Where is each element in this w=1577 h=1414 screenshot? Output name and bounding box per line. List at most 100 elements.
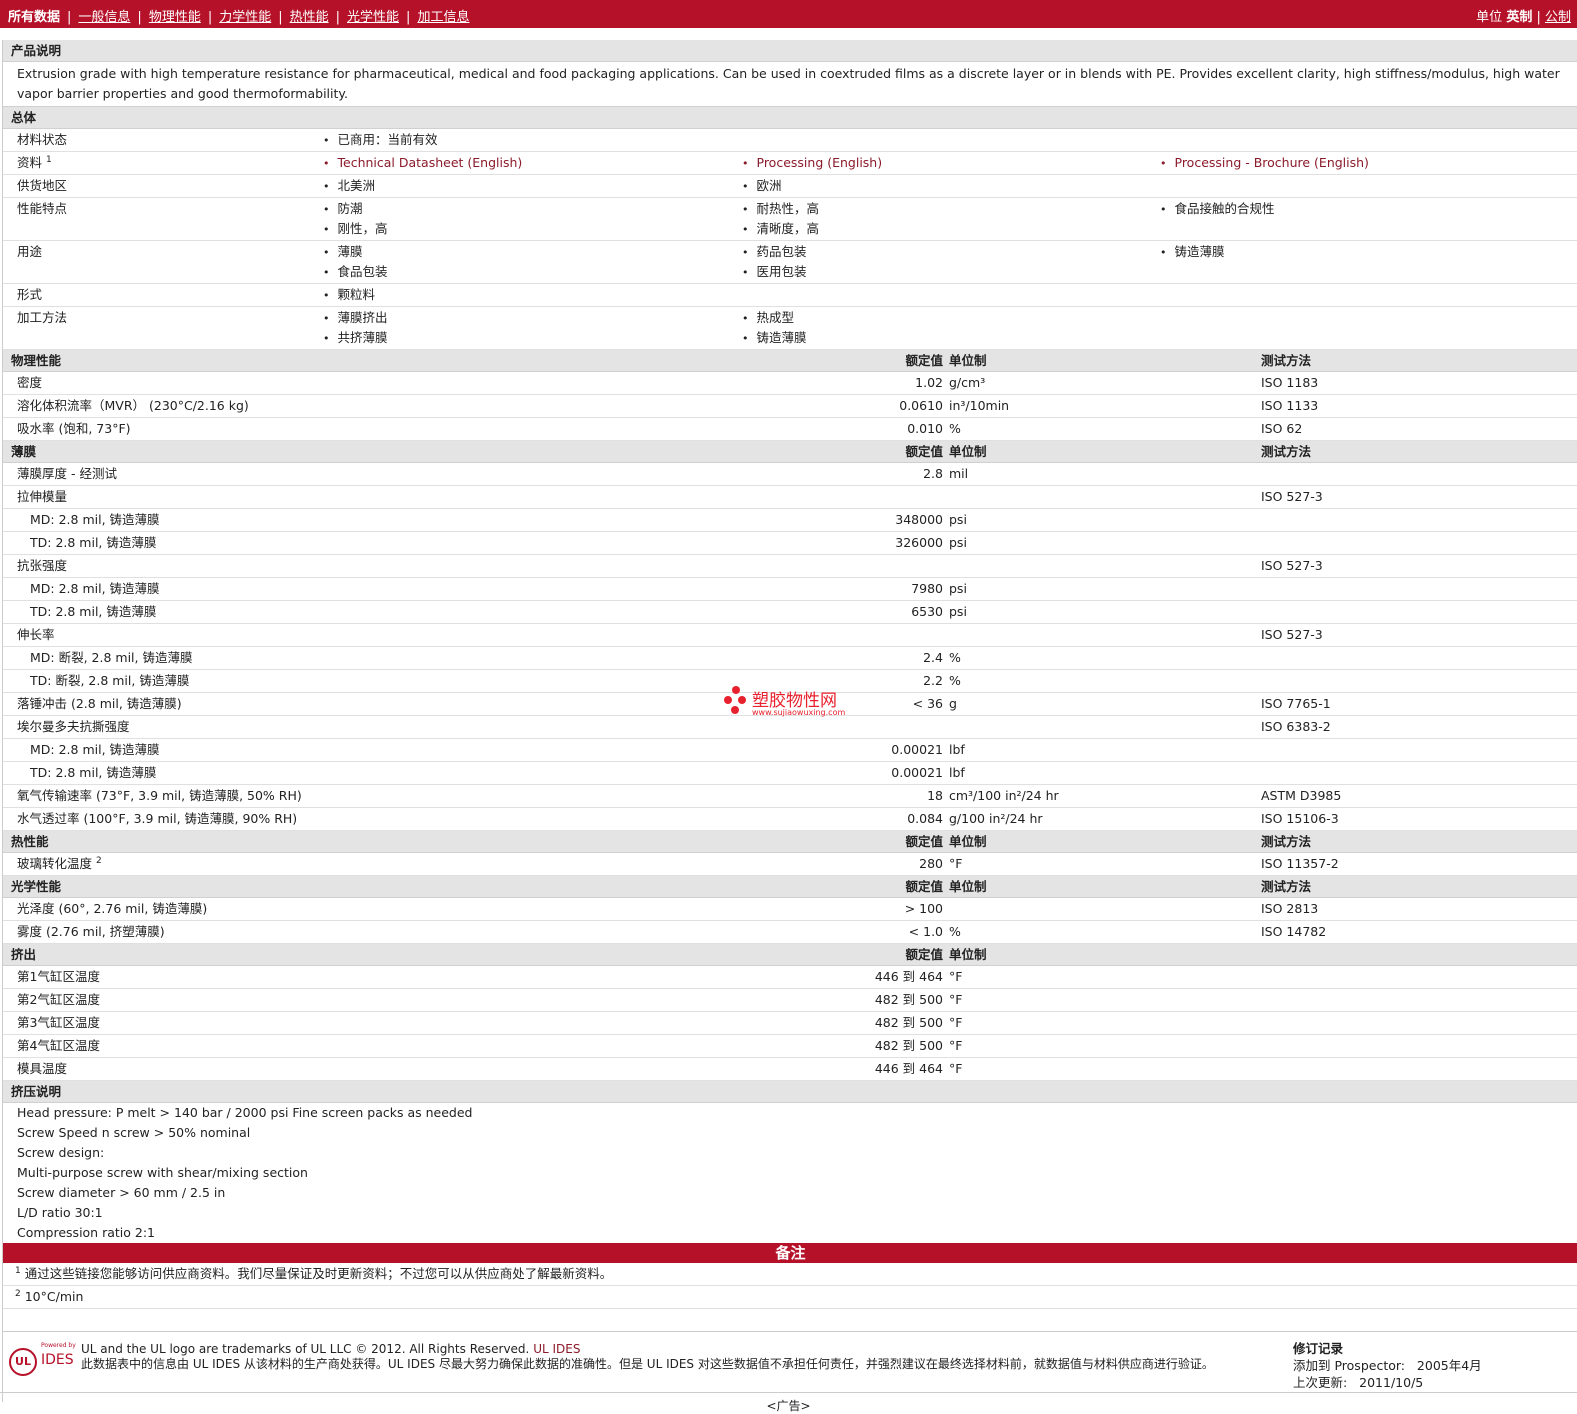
doc-link-technical-datasheet[interactable]: Technical Datasheet (English) [323,152,523,172]
property-row: 拉伸模量 ISO 527-3 [3,486,1577,509]
property-method: ISO 6383-2 [1261,719,1331,734]
property-row: 密度 1.02 g/cm³ ISO 1183 [3,372,1577,395]
property-method: ISO 14782 [1261,924,1327,939]
tab-processing[interactable]: 加工信息 [417,10,469,25]
property-unit: in³/10min [949,398,1010,413]
revision-history: 修订记录 添加到 Prospector: 2005年4月 上次更新: 2011/… [1293,1341,1482,1390]
property-row: 抗张强度 ISO 527-3 [3,555,1577,578]
section-header-physical: 物理性能 额定值 单位制 测试方法 [3,350,1577,372]
property-unit: g/cm³ [949,375,986,390]
row-supply-region: 供货地区 北美洲 欧洲 [3,175,1577,198]
doc-link-processing-brochure[interactable]: Processing - Brochure (English) [1160,152,1369,172]
units-label: 单位 [1476,10,1503,25]
property-row: 第4气缸区温度 482 到 500 °F [3,1035,1577,1058]
row-uses: 用途 薄膜食品包装 药品包装医用包装 铸造薄膜 [3,241,1577,284]
property-value: 326000 [895,535,943,550]
property-value: 2.4 [923,650,943,665]
section-header-general: 总体 [3,107,1577,129]
notes-header: 备注 [3,1243,1577,1263]
row-material-status: 材料状态 已商用：当前有效 [3,129,1577,152]
property-value: < 1.0 [908,924,943,939]
property-label: 密度 [17,375,43,390]
property-row: TD: 2.8 mil, 铸造薄膜 6530 psi [3,601,1577,624]
optical-rows: 光泽度 (60°, 2.76 mil, 铸造薄膜) > 100 ISO 2813 雾度… [3,898,1577,944]
property-value: 6530 [911,604,943,619]
ul-ides-link[interactable]: UL IDES [533,1342,580,1356]
property-row: 吸水率 (饱和, 73°F) 0.010% ISO 62 [3,418,1577,441]
property-unit: g [949,696,957,711]
tab-all-data[interactable]: 所有数据 [8,10,60,25]
section-tabs: 所有数据 | 一般信息 | 物理性能 | 力学性能 | 热性能 | 光学性能 | 加工信息 [8,10,470,25]
property-row: 第3气缸区温度 482 到 500 °F [3,1012,1577,1035]
tab-general-info[interactable]: 一般信息 [78,10,130,25]
row-documents: 资料 1 Technical Datasheet (English) Proce… [3,152,1577,175]
property-method: ISO 527-3 [1261,627,1323,642]
property-label: TD: 断裂, 2.8 mil, 铸造薄膜 [30,673,190,688]
property-unit: lbf [949,765,965,780]
property-method: ISO 11357-2 [1261,856,1339,871]
extrusion-note-line: Screw design: [17,1145,105,1160]
property-row: MD: 断裂, 2.8 mil, 铸造薄膜 2.4% [3,647,1577,670]
property-label: 埃尔曼多夫抗撕强度 [17,719,130,734]
doc-link-processing[interactable]: Processing (English) [742,152,883,172]
property-method: ISO 527-3 [1261,489,1323,504]
property-unit: % [949,924,961,939]
property-row: 雾度 (2.76 mil, 挤塑薄膜) < 1.0% ISO 14782 [3,921,1577,944]
property-value: 280 [919,856,943,871]
section-header-film: 薄膜 额定值 单位制 测试方法 [3,441,1577,463]
unit-metric-link[interactable]: 公制 [1545,10,1571,25]
footnote-1: 1 通过这些链接您能够访问供应商资料。我们尽量保证及时更新资料；不过您可以从供应… [3,1263,1577,1286]
property-label: MD: 2.8 mil, 铸造薄膜 [30,742,160,757]
property-label: 第2气缸区温度 [17,992,100,1007]
tab-physical[interactable]: 物理性能 [149,10,201,25]
extrusion-note-line: Screw Speed n screw > 50% nominal [17,1125,251,1140]
property-label: TD: 2.8 mil, 铸造薄膜 [30,604,157,619]
property-value: 0.00021 [891,765,943,780]
property-value: 0.00021 [891,742,943,757]
ul-ides-logo: Powered by UL IDES [7,1342,77,1376]
top-nav-bar: 所有数据 | 一般信息 | 物理性能 | 力学性能 | 热性能 | 光学性能 | 加工信息 单位 英制 … [0,0,1577,28]
property-value: 2.8 [923,466,943,481]
property-method: ISO 2813 [1261,901,1319,916]
property-value: 446 到 464 [874,1061,943,1076]
extrusion-note-line: Compression ratio 2:1 [17,1225,155,1240]
property-unit: psi [949,512,967,527]
tab-thermal[interactable]: 热性能 [290,10,329,25]
property-unit: lbf [949,742,965,757]
product-description: Extrusion grade with high temperature re… [3,62,1577,107]
tab-mechanical[interactable]: 力学性能 [219,10,271,25]
property-label: 抗张强度 [17,558,68,573]
property-row: 氧气传输速率 (73°F, 3.9 mil, 铸造薄膜, 50% RH) 18 cm… [3,785,1577,808]
property-unit: psi [949,535,967,550]
property-label: 吸水率 (饱和, 73°F) [17,421,131,436]
unit-english-selected: 英制 [1506,10,1533,25]
extrusion-notes: Head pressure: P melt > 140 bar / 2000 p… [3,1103,1577,1243]
property-label: 水气透过率 (100°F, 3.9 mil, 铸造薄膜, 90% RH) [17,811,298,826]
property-method: ISO 1133 [1261,398,1319,413]
property-row: MD: 2.8 mil, 铸造薄膜 348000 psi [3,509,1577,532]
property-unit: °F [949,1061,963,1076]
extrusion-note-line: Multi-purpose screw with shear/mixing se… [17,1165,308,1180]
property-unit: psi [949,604,967,619]
property-row: 水气透过率 (100°F, 3.9 mil, 铸造薄膜, 90% RH) 0.08… [3,808,1577,831]
property-label: 拉伸模量 [17,489,68,504]
property-row: 模具温度 446 到 464 °F [3,1058,1577,1081]
section-header-extrusion: 挤出 额定值 单位制 [3,944,1577,966]
property-value: 0.010 [907,421,943,436]
tab-optical[interactable]: 光学性能 [347,10,399,25]
datasheet: 产品说明 Extrusion grade with high temperatu… [2,40,1577,1402]
physical-rows: 密度 1.02 g/cm³ ISO 1183 溶化体积流率（MVR） (230°C/2.… [3,372,1577,441]
property-row: TD: 2.8 mil, 铸造薄膜 326000 psi [3,532,1577,555]
property-value: 482 到 500 [874,1015,943,1030]
property-value: 18 [927,788,943,803]
property-label: TD: 2.8 mil, 铸造薄膜 [30,535,157,550]
property-label: 溶化体积流率（MVR） (230°C/2.16 kg) [17,398,249,413]
property-row: 溶化体积流率（MVR） (230°C/2.16 kg) 0.0610 in³/10m… [3,395,1577,418]
property-label: MD: 2.8 mil, 铸造薄膜 [30,512,160,527]
property-row: 光泽度 (60°, 2.76 mil, 铸造薄膜) > 100 ISO 2813 [3,898,1577,921]
property-unit: °F [949,856,963,871]
footnote-2: 2 10°C/min [3,1286,1577,1309]
property-label: TD: 2.8 mil, 铸造薄膜 [30,765,157,780]
property-value: 482 到 500 [874,992,943,1007]
property-unit: °F [949,1038,963,1053]
